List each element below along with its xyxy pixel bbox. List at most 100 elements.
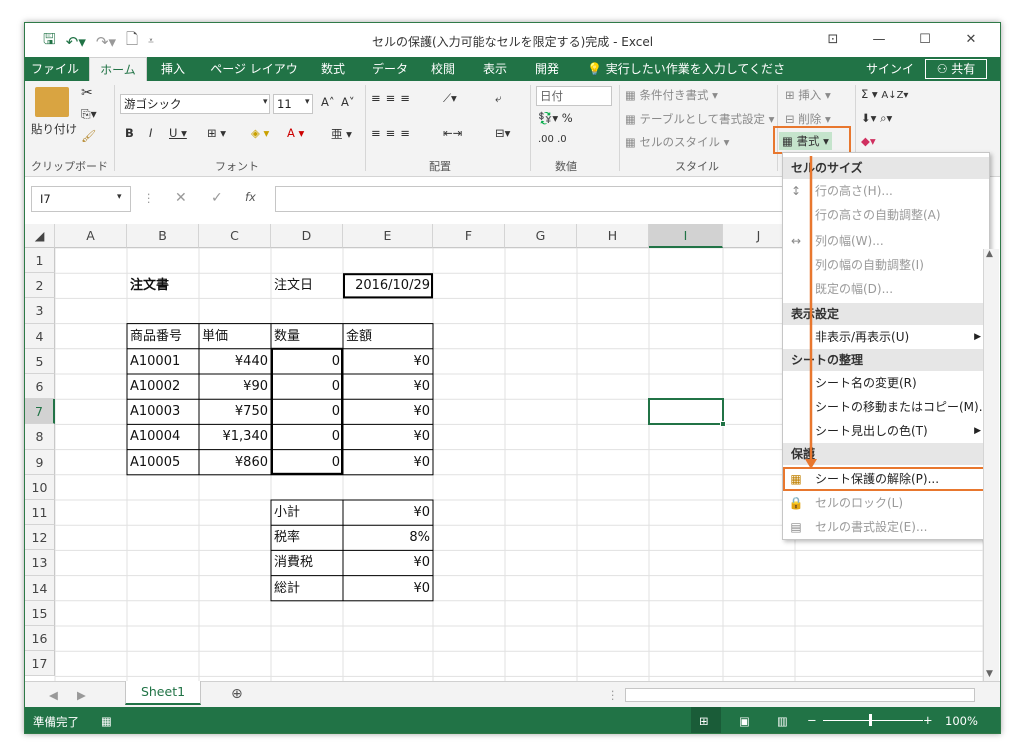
page-break-view-icon[interactable]: ▥ [777,714,788,728]
menu-rename-sheet[interactable]: シート名の変更(R) [783,371,989,395]
tab-file[interactable]: ファイル [29,57,81,81]
item-qty[interactable]: 0 [271,450,343,475]
row-header-4[interactable]: 4 [25,323,55,349]
item-qty[interactable]: 0 [271,374,343,399]
format-cells-button[interactable]: ▦ 書式 ▾ [779,132,832,150]
insert-cells-button[interactable]: ⊞ 挿入 ▾ [785,87,831,103]
summary-value[interactable]: ¥0 [343,550,433,575]
header-product[interactable]: 商品番号 [127,324,199,349]
tab-view[interactable]: 表示 [475,57,515,81]
phonetic-icon[interactable]: 亜 ▾ [331,126,352,142]
row-header-6[interactable]: 6 [25,374,55,400]
italic-icon[interactable]: I [149,126,152,140]
page-layout-view-icon[interactable]: ▣ [739,714,750,728]
summary-value[interactable]: 8% [343,525,433,550]
fill-icon[interactable]: ⬇▾ ⌕▾ [861,111,892,126]
row-header-14[interactable]: 14 [25,575,55,601]
orientation-icon[interactable]: ⟋▾ [443,91,457,106]
row-header-1[interactable]: 1 [25,248,55,274]
summary-value[interactable]: ¥0 [343,576,433,601]
tab-home[interactable]: ホーム [89,57,147,82]
tab-review[interactable]: 校閲 [423,57,463,81]
column-header-G[interactable]: G [505,224,577,248]
item-qty[interactable]: 0 [271,349,343,374]
item-product[interactable]: A10001 [127,349,199,374]
delete-cells-button[interactable]: ⊟ 削除 ▾ [785,111,831,127]
decrease-font-icon[interactable]: A˅ [341,95,355,109]
row-header-3[interactable]: 3 [25,298,55,324]
column-header-I[interactable]: I [649,224,723,248]
row-header-12[interactable]: 12 [25,525,55,551]
menu-row-autofit[interactable]: 行の高さの自動調整(A) [783,203,989,227]
tab-page-layout[interactable]: ページ レイアウト [205,57,303,100]
menu-default-width[interactable]: 既定の幅(D)... [783,277,989,301]
item-amount[interactable]: ¥0 [343,424,433,449]
tab-developer[interactable]: 開発 [527,57,567,81]
item-price[interactable]: ¥1,340 [199,424,271,449]
name-box[interactable]: I7 [31,186,131,212]
item-product[interactable]: A10003 [127,399,199,424]
item-amount[interactable]: ¥0 [343,349,433,374]
horizontal-scrollbar[interactable] [625,688,975,702]
zoom-in-icon[interactable]: + [923,713,933,727]
paste-icon[interactable] [35,87,69,117]
row-header-8[interactable]: 8 [25,424,55,450]
tab-formulas[interactable]: 数式 [313,57,353,81]
autosum-icon[interactable]: Σ ▾ A↓Z▾ [861,87,908,101]
item-qty[interactable]: 0 [271,424,343,449]
header-qty[interactable]: 数量 [271,324,343,349]
font-name-select[interactable]: 游ゴシック [120,94,270,114]
menu-lock-cell[interactable]: 🔒 セルのロック(L) [783,491,989,515]
item-price[interactable]: ¥750 [199,399,271,424]
cell-styles-button[interactable]: ▦ セルのスタイル ▾ [625,134,729,150]
item-price[interactable]: ¥440 [199,349,271,374]
item-amount[interactable]: ¥0 [343,450,433,475]
item-price[interactable]: ¥90 [199,374,271,399]
column-header-E[interactable]: E [343,224,433,248]
zoom-out-icon[interactable]: − [807,713,817,727]
indent-icons[interactable]: ⇤⇥ [443,126,462,140]
column-header-H[interactable]: H [577,224,649,248]
row-header-17[interactable]: 17 [25,651,55,677]
item-price[interactable]: ¥860 [199,450,271,475]
tab-data[interactable]: データ [367,57,413,81]
sheet-nav-left-icon[interactable]: ◀ [49,688,58,702]
row-header-11[interactable]: 11 [25,500,55,526]
zoom-level[interactable]: 100% [945,714,978,728]
zoom-slider[interactable] [823,720,923,721]
item-amount[interactable]: ¥0 [343,399,433,424]
sheet-nav-right-icon[interactable]: ▶ [77,688,86,702]
menu-col-autofit[interactable]: 列の幅の自動調整(I) [783,253,989,277]
menu-row-height[interactable]: ↕ 行の高さ(H)... [783,179,989,203]
row-header-15[interactable]: 15 [25,600,55,626]
menu-hide-unhide[interactable]: 非表示/再表示(U) ▶ [783,325,989,349]
bold-icon[interactable]: B [125,126,134,140]
column-header-C[interactable]: C [199,224,271,248]
wrap-text-icon[interactable]: ⤶ [495,91,501,106]
summary-label[interactable]: 消費税 [271,550,343,575]
enter-formula-icon[interactable]: ✓ [211,190,223,206]
copy-icon[interactable]: ⎘▾ [81,107,97,122]
column-header-A[interactable]: A [55,224,127,248]
clear-icon[interactable]: ◆▾ [861,134,876,148]
active-cell-selection[interactable] [648,398,724,426]
column-header-F[interactable]: F [433,224,505,248]
format-painter-icon[interactable]: 🖌 [81,129,96,143]
menu-col-width[interactable]: ↔ 列の幅(W)... [783,229,989,253]
order-title[interactable]: 注文書 [127,273,199,298]
order-date-label[interactable]: 注文日 [271,273,343,298]
minimize-icon[interactable]: — [856,27,902,51]
horizontal-align-icons[interactable]: ≡≡≡ [371,126,415,140]
header-price[interactable]: 単価 [199,324,271,349]
summary-label[interactable]: 総計 [271,576,343,601]
fill-handle[interactable] [720,421,726,428]
item-qty[interactable]: 0 [271,399,343,424]
border-icon[interactable]: ⊞ ▾ [207,126,226,140]
macro-record-icon[interactable]: ▦ [101,714,112,728]
ribbon-display-icon[interactable]: ⊡ [810,27,856,51]
cut-icon[interactable]: ✂ [81,85,93,101]
menu-format-cells[interactable]: ▤ セルの書式設定(E)... [783,515,989,539]
column-header-D[interactable]: D [271,224,343,248]
zoom-slider-thumb[interactable] [869,714,872,726]
increase-font-icon[interactable]: A˄ [321,95,335,109]
